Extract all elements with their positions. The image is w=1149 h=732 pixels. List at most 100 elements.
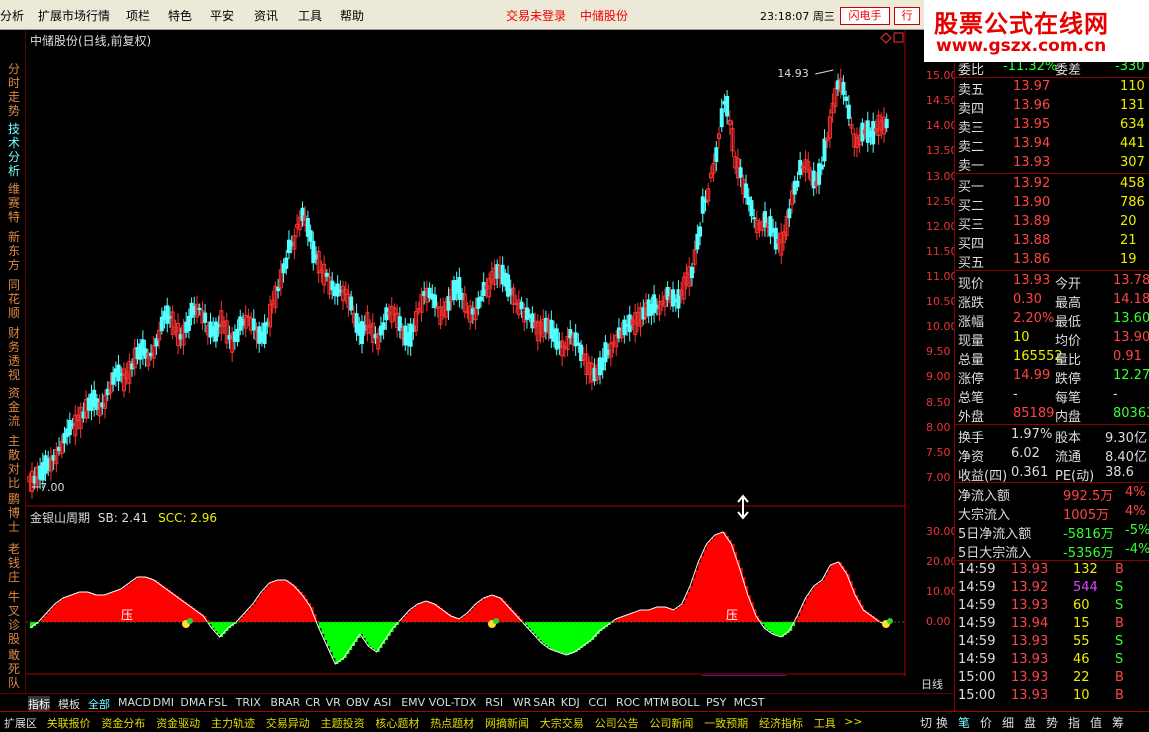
login-status[interactable]: 交易未登录	[506, 7, 566, 24]
indicator-tab-23[interactable]: PSY	[706, 696, 726, 709]
ext-tab-14[interactable]: 经济指标	[759, 715, 803, 731]
indicator-tab-8[interactable]: BRAR	[270, 696, 300, 709]
percent: -5%	[1125, 523, 1149, 538]
left-tab-7[interactable]: 主散对比	[8, 434, 22, 490]
indicator-tab-0[interactable]: 指标	[28, 696, 50, 712]
direction: B	[1115, 688, 1124, 703]
indicator-tab-2[interactable]: 全部	[88, 696, 110, 712]
left-tab-strip: 分时走势技术分析维赛特新东方同花顺财务透视资金流主散对比鹏博士老钱庄牛叉诊股敢死…	[0, 30, 26, 712]
left-tab-4[interactable]: 同花顺	[8, 278, 22, 320]
indicator-tab-20[interactable]: ROC	[616, 696, 640, 709]
indicator-tab-16[interactable]: WR	[513, 696, 532, 709]
right-tab-9[interactable]: 筹	[1112, 714, 1124, 731]
menu-item-6[interactable]: 工具	[298, 7, 322, 24]
label: 净流入额	[958, 489, 1011, 504]
value: 0.91	[1113, 349, 1142, 364]
indicator-tab-6[interactable]: FSL	[208, 696, 227, 709]
price-axis: 15.00 14.50 14.00 13.50 13.00 12.50 12.00 11.50…	[906, 30, 958, 676]
tick-row: 14:59 13.93 60 S	[955, 597, 1149, 616]
chart-area[interactable]: 14.937.00压压2013年91011121242014/02/07/五 中…	[26, 30, 906, 676]
candle-body	[186, 316, 191, 331]
left-tab-11[interactable]: 敢死队	[8, 648, 22, 690]
right-tab-1[interactable]: 换	[936, 714, 948, 731]
ext-tab-12[interactable]: 公司新闻	[649, 715, 693, 731]
indicator-tab-5[interactable]: DMA	[180, 696, 206, 709]
period-button[interactable]: 日线	[910, 676, 954, 693]
ext-tab-0[interactable]: 扩展区	[4, 715, 37, 731]
time: 14:59	[958, 634, 996, 649]
price: 13.97	[1013, 79, 1051, 94]
ext-tab-6[interactable]: 主题投资	[321, 715, 365, 731]
right-tab-4[interactable]: 细	[1002, 714, 1014, 731]
indicator-tab-9[interactable]: CR	[305, 696, 320, 709]
indicator-tab-10[interactable]: VR	[326, 696, 341, 709]
maximize-icon	[893, 32, 904, 43]
signal-dot	[887, 618, 893, 624]
indicator-tab-15[interactable]: RSI	[485, 696, 503, 709]
ext-tab-7[interactable]: 核心题材	[375, 715, 419, 731]
left-tab-3[interactable]: 新东方	[8, 230, 22, 272]
left-tab-6[interactable]: 资金流	[8, 386, 22, 428]
indicator-tab-11[interactable]: OBV	[346, 696, 369, 709]
right-tab-6[interactable]: 势	[1046, 714, 1058, 731]
left-tab-0[interactable]: 分时走势	[8, 62, 22, 118]
price: 13.94	[1013, 136, 1051, 151]
quote-button[interactable]: 行	[894, 7, 920, 25]
ext-tab-4[interactable]: 主力轨迹	[211, 715, 255, 731]
indicator-tab-3[interactable]: MACD	[118, 696, 151, 709]
value: 14.99	[1013, 368, 1051, 383]
menu-item-3[interactable]: 特色	[168, 7, 192, 24]
ext-tab-5[interactable]: 交易异动	[266, 715, 310, 731]
ext-tab-8[interactable]: 热点题材	[430, 715, 474, 731]
candle-body	[744, 183, 749, 199]
indicator-tab-21[interactable]: MTM	[644, 696, 670, 709]
ext-tab-3[interactable]: 资金驱动	[156, 715, 200, 731]
left-tab-8[interactable]: 鹏博士	[8, 492, 22, 534]
buy-row: 买一 13.92 458	[955, 175, 1149, 195]
ext-tab-15[interactable]: 工具	[814, 715, 836, 731]
label: 流通	[1055, 450, 1082, 465]
ext-tab-13[interactable]: 一致预期	[704, 715, 748, 731]
left-tab-5[interactable]: 财务透视	[8, 326, 22, 382]
left-tab-9[interactable]: 老钱庄	[8, 542, 22, 584]
menu-item-1[interactable]: 扩展市场行情	[38, 7, 110, 24]
price: 13.90	[1013, 195, 1051, 210]
flash-trade-button[interactable]: 闪电手	[840, 7, 890, 25]
left-tab-2[interactable]: 维赛特	[8, 182, 22, 224]
ext-tab-16[interactable]: >>	[844, 715, 862, 728]
right-tab-2[interactable]: 笔	[958, 714, 970, 731]
volume: 15	[1073, 616, 1090, 631]
right-tab-7[interactable]: 指	[1068, 714, 1080, 731]
ext-tab-9[interactable]: 网摘新闻	[485, 715, 529, 731]
label: 内盘	[1055, 410, 1082, 425]
ext-tab-11[interactable]: 公司公告	[595, 715, 639, 731]
menu-item-5[interactable]: 资讯	[254, 7, 278, 24]
diamond-icon	[880, 32, 892, 44]
right-tab-5[interactable]: 盘	[1024, 714, 1036, 731]
menu-item-2[interactable]: 项栏	[126, 7, 150, 24]
left-tab-10[interactable]: 牛叉诊股	[8, 590, 22, 646]
indicator-tab-18[interactable]: KDJ	[561, 696, 580, 709]
indicator-tab-4[interactable]: DMI	[153, 696, 174, 709]
indicator-tab-7[interactable]: TRIX	[236, 696, 261, 709]
ext-tab-2[interactable]: 资金分布	[101, 715, 145, 731]
right-tab-3[interactable]: 价	[980, 714, 992, 731]
menu-item-0[interactable]: 分析	[0, 7, 24, 24]
indicator-tab-22[interactable]: BOLL	[671, 696, 699, 709]
indicator-tab-1[interactable]: 模板	[58, 696, 80, 712]
ext-tab-10[interactable]: 大宗交易	[540, 715, 584, 731]
menu-item-7[interactable]: 帮助	[340, 7, 364, 24]
indicator-tab-17[interactable]: SAR	[533, 696, 555, 709]
value: 13.93	[1013, 273, 1051, 288]
kline-chart[interactable]: 14.937.00压压2013年91011121242014/02/07/五	[26, 30, 906, 676]
indicator-tab-19[interactable]: CCI	[588, 696, 607, 709]
indicator-tab-12[interactable]: ASI	[374, 696, 392, 709]
right-tab-0[interactable]: 切	[920, 714, 932, 731]
indicator-tab-24[interactable]: MCST	[734, 696, 765, 709]
menu-item-4[interactable]: 平安	[210, 7, 234, 24]
ext-tab-1[interactable]: 关联报价	[47, 715, 91, 731]
indicator-tab-14[interactable]: VOL-TDX	[429, 696, 477, 709]
left-tab-1[interactable]: 技术分析	[8, 122, 22, 178]
right-tab-8[interactable]: 值	[1090, 714, 1102, 731]
indicator-tab-13[interactable]: EMV	[401, 696, 425, 709]
